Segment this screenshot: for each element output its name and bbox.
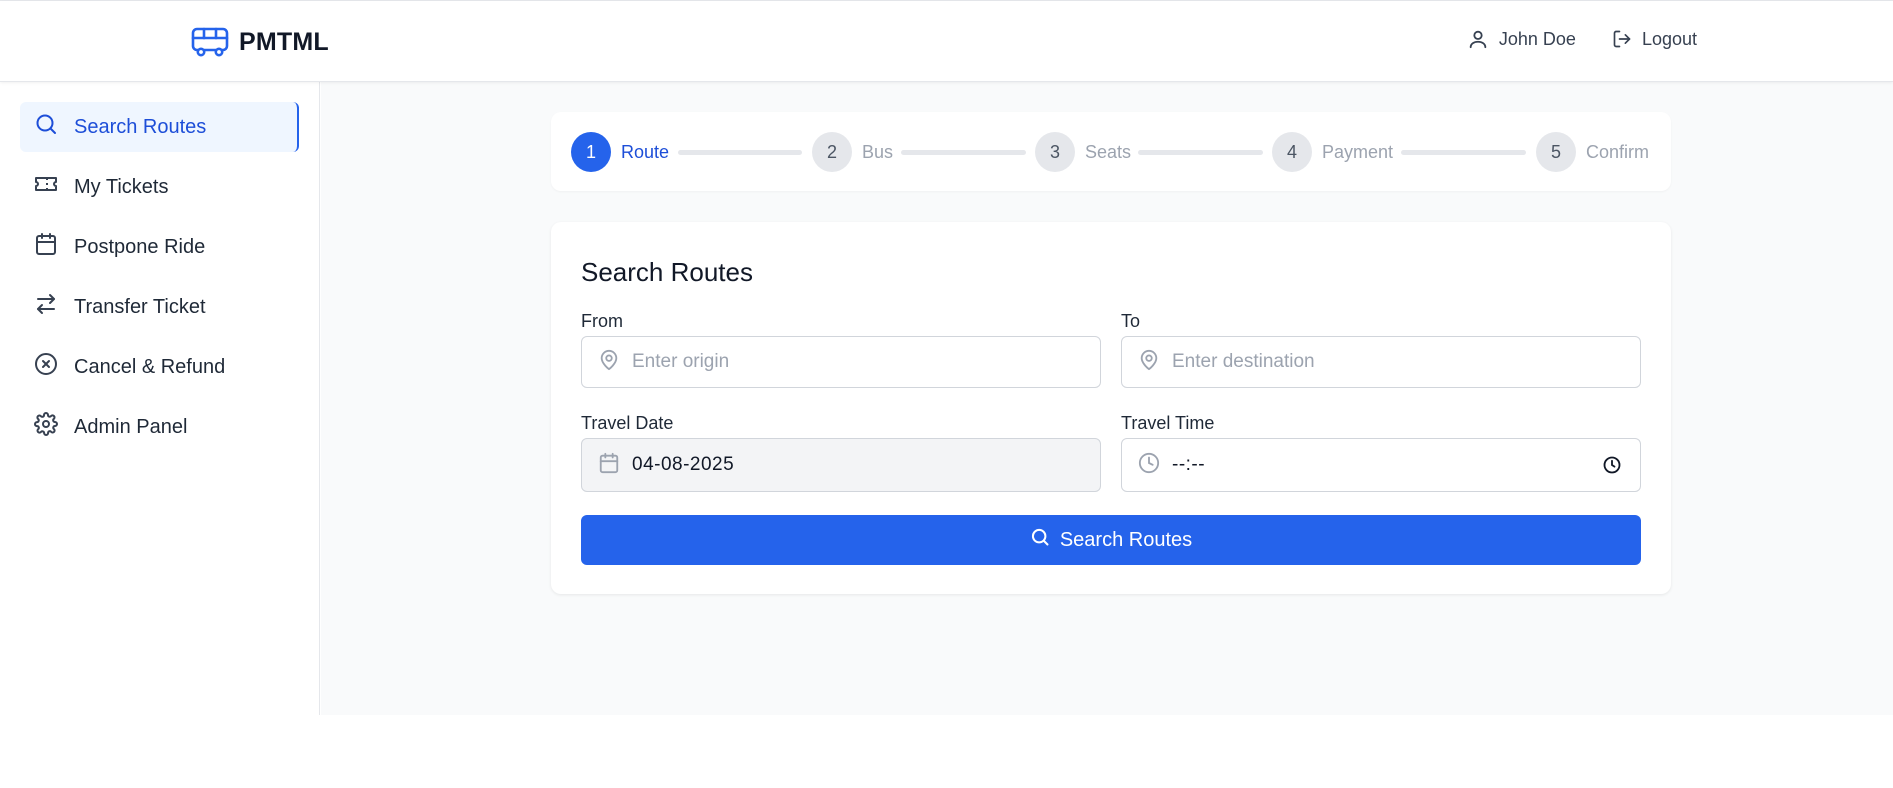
from-input[interactable]: Enter origin: [581, 336, 1101, 388]
to-placeholder: Enter destination: [1172, 351, 1315, 372]
step-seats: 3 Seats: [1035, 132, 1131, 172]
step-bus: 2 Bus: [812, 132, 893, 172]
step-connector: [1138, 150, 1263, 155]
bus-icon: [191, 27, 229, 57]
logout-button[interactable]: Logout: [1612, 29, 1697, 50]
main-content: 1 Route 2 Bus 3 Seats 4 Payment 5 Confir…: [321, 82, 1893, 715]
sidebar-item-label: Admin Panel: [74, 415, 188, 438]
sidebar-item-label: My Tickets: [74, 175, 169, 198]
travel-date-input[interactable]: 04-08-2025: [581, 438, 1101, 492]
from-label: From: [581, 311, 623, 331]
user-icon: [1467, 28, 1489, 50]
step-confirm: 5 Confirm: [1536, 132, 1649, 172]
sidebar-item-label: Cancel & Refund: [74, 355, 226, 378]
arrows-swap-icon: [34, 292, 58, 322]
top-header: PMTML John Doe Logout: [0, 1, 1893, 82]
sidebar-item-postpone-ride[interactable]: Postpone Ride: [20, 222, 299, 272]
map-pin-icon: [598, 349, 620, 376]
time-picker-icon[interactable]: [1602, 455, 1622, 480]
step-number: 2: [812, 132, 852, 172]
to-label: To: [1121, 311, 1141, 331]
clock-icon: [1138, 452, 1160, 479]
brand-name: PMTML: [239, 27, 329, 56]
step-connector: [1401, 150, 1526, 155]
travel-date-label: Travel Date: [581, 413, 674, 433]
sidebar-item-admin-panel[interactable]: Admin Panel: [20, 402, 299, 452]
sidebar-item-label: Postpone Ride: [74, 235, 206, 258]
sidebar-item-transfer-ticket[interactable]: Transfer Ticket: [20, 282, 299, 332]
travel-time-input[interactable]: --:--: [1121, 438, 1641, 492]
map-pin-icon: [1138, 349, 1160, 376]
step-connector: [901, 150, 1026, 155]
step-label: Confirm: [1586, 141, 1650, 162]
sidebar-item-label: Transfer Ticket: [74, 295, 206, 318]
search-routes-button[interactable]: Search Routes: [581, 515, 1641, 565]
logout-icon: [1612, 29, 1632, 49]
step-label: Route: [621, 141, 670, 162]
step-number: 4: [1272, 132, 1312, 172]
user-profile-button[interactable]: John Doe: [1467, 28, 1576, 50]
sidebar: Search Routes My Tickets Postpone Ride T…: [0, 82, 320, 715]
logout-label: Logout: [1641, 28, 1697, 49]
step-route: 1 Route: [571, 132, 669, 172]
sidebar-item-my-tickets[interactable]: My Tickets: [20, 162, 299, 212]
step-number: 3: [1035, 132, 1075, 172]
search-routes-card: Search Routes From Enter origin To Enter…: [551, 222, 1671, 594]
calendar-icon: [34, 232, 58, 262]
travel-time-value: --:--: [1172, 454, 1206, 475]
step-label: Seats: [1085, 141, 1132, 162]
step-connector: [678, 150, 802, 155]
step-payment: 4 Payment: [1272, 132, 1393, 172]
from-placeholder: Enter origin: [632, 351, 730, 372]
brand[interactable]: PMTML: [191, 27, 329, 57]
search-icon: [1030, 527, 1050, 553]
step-number: 5: [1536, 132, 1576, 172]
card-title: Search Routes: [581, 257, 753, 287]
travel-time-label: Travel Time: [1121, 413, 1215, 433]
travel-date-value: 04-08-2025: [632, 454, 735, 475]
step-label: Bus: [862, 141, 894, 162]
to-input[interactable]: Enter destination: [1121, 336, 1641, 388]
sidebar-item-cancel-refund[interactable]: Cancel & Refund: [20, 342, 299, 392]
x-circle-icon: [34, 352, 58, 382]
calendar-icon: [598, 452, 620, 479]
booking-stepper: 1 Route 2 Bus 3 Seats 4 Payment 5 Confir…: [551, 112, 1671, 191]
user-name: John Doe: [1498, 28, 1576, 49]
search-icon: [34, 112, 58, 142]
step-number: 1: [571, 132, 611, 172]
sidebar-item-label: Search Routes: [74, 115, 207, 138]
step-label: Payment: [1322, 141, 1394, 162]
ticket-icon: [34, 172, 58, 202]
search-routes-button-label: Search Routes: [1059, 528, 1193, 551]
sidebar-item-search-routes[interactable]: Search Routes: [20, 102, 299, 152]
user-area: John Doe Logout: [1467, 28, 1697, 50]
gear-icon: [34, 412, 58, 442]
